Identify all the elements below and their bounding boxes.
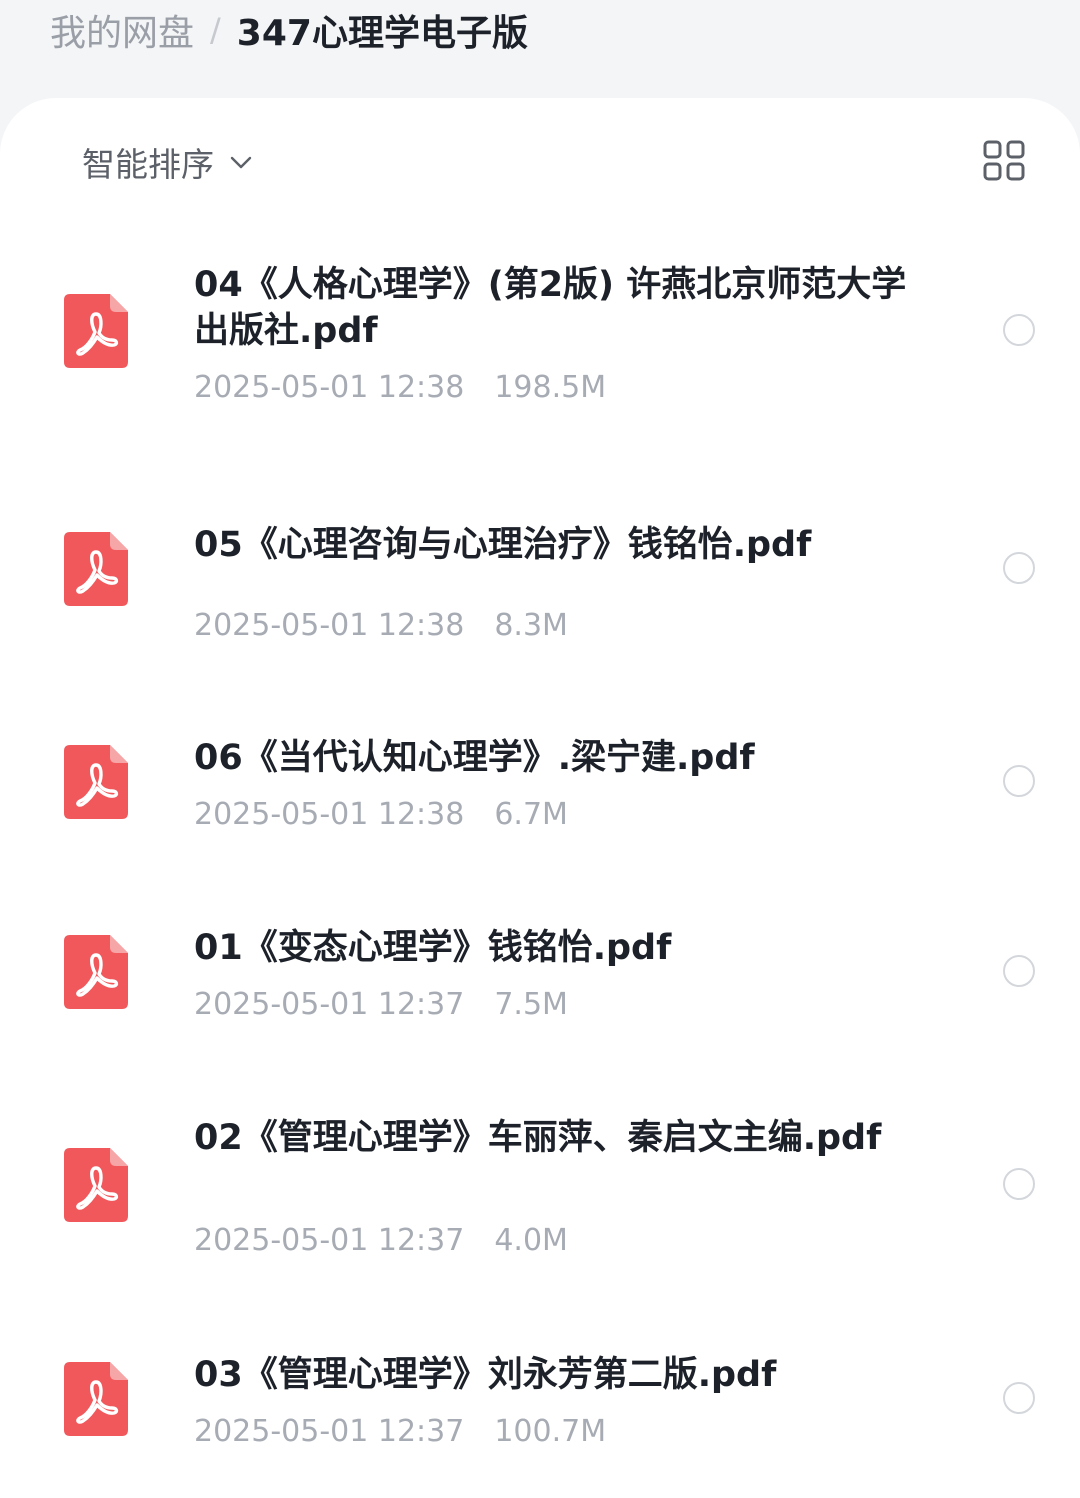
file-size: 198.5M bbox=[494, 370, 607, 405]
file-name: 03《管理心理学》刘永芳第二版.pdf bbox=[194, 1355, 777, 1395]
select-radio[interactable] bbox=[1003, 765, 1035, 797]
file-date: 2025-05-01 12:37 bbox=[194, 1223, 465, 1258]
breadcrumb: 我的网盘 / 347心理学电子版 bbox=[50, 0, 528, 60]
file-size: 4.0M bbox=[494, 1223, 568, 1258]
grid-view-icon[interactable] bbox=[982, 140, 1026, 182]
file-date: 2025-05-01 12:38 bbox=[194, 370, 465, 405]
select-radio[interactable] bbox=[1003, 314, 1035, 346]
select-radio[interactable] bbox=[1003, 552, 1035, 584]
file-date: 2025-05-01 12:38 bbox=[194, 608, 465, 643]
breadcrumb-current-folder: 347心理学电子版 bbox=[236, 13, 528, 54]
select-radio[interactable] bbox=[1003, 1168, 1035, 1200]
pdf-file-icon bbox=[64, 294, 128, 368]
file-date: 2025-05-01 12:38 bbox=[194, 797, 465, 832]
file-name: 06《当代认知心理学》.梁宁建.pdf bbox=[194, 738, 755, 778]
pdf-file-icon bbox=[64, 1148, 128, 1222]
file-meta: 2025-05-01 12:38 6.7M bbox=[194, 797, 568, 832]
file-size: 100.7M bbox=[494, 1414, 607, 1449]
chevron-down-icon bbox=[230, 156, 252, 169]
file-meta: 2025-05-01 12:38 8.3M bbox=[194, 608, 568, 643]
pdf-file-icon bbox=[64, 532, 128, 606]
pdf-file-icon bbox=[64, 1362, 128, 1436]
file-name: 01《变态心理学》钱铭怡.pdf bbox=[194, 928, 672, 968]
select-radio[interactable] bbox=[1003, 955, 1035, 987]
file-name: 04《人格心理学》(第2版) 许燕北京师范大学出版社.pdf bbox=[194, 265, 907, 351]
select-radio[interactable] bbox=[1003, 1382, 1035, 1414]
file-name: 05《心理咨询与心理治疗》钱铭怡.pdf bbox=[194, 525, 812, 565]
sort-dropdown[interactable]: 智能排序 bbox=[82, 140, 256, 184]
file-date: 2025-05-01 12:37 bbox=[194, 987, 465, 1022]
sort-label: 智能排序 bbox=[82, 145, 214, 184]
file-meta: 2025-05-01 12:37 100.7M bbox=[194, 1414, 606, 1449]
file-size: 6.7M bbox=[494, 797, 568, 832]
pdf-file-icon bbox=[64, 745, 128, 819]
file-date: 2025-05-01 12:37 bbox=[194, 1414, 465, 1449]
file-meta: 2025-05-01 12:37 7.5M bbox=[194, 987, 568, 1022]
file-meta: 2025-05-01 12:38 198.5M bbox=[194, 370, 606, 405]
breadcrumb-root[interactable]: 我的网盘 bbox=[50, 4, 194, 56]
file-name: 02《管理心理学》车丽萍、秦启文主编.pdf bbox=[194, 1118, 882, 1158]
breadcrumb-separator: / bbox=[210, 11, 221, 49]
file-size: 8.3M bbox=[494, 608, 568, 643]
file-size: 7.5M bbox=[494, 987, 568, 1022]
pdf-file-icon bbox=[64, 935, 128, 1009]
file-meta: 2025-05-01 12:37 4.0M bbox=[194, 1223, 568, 1258]
